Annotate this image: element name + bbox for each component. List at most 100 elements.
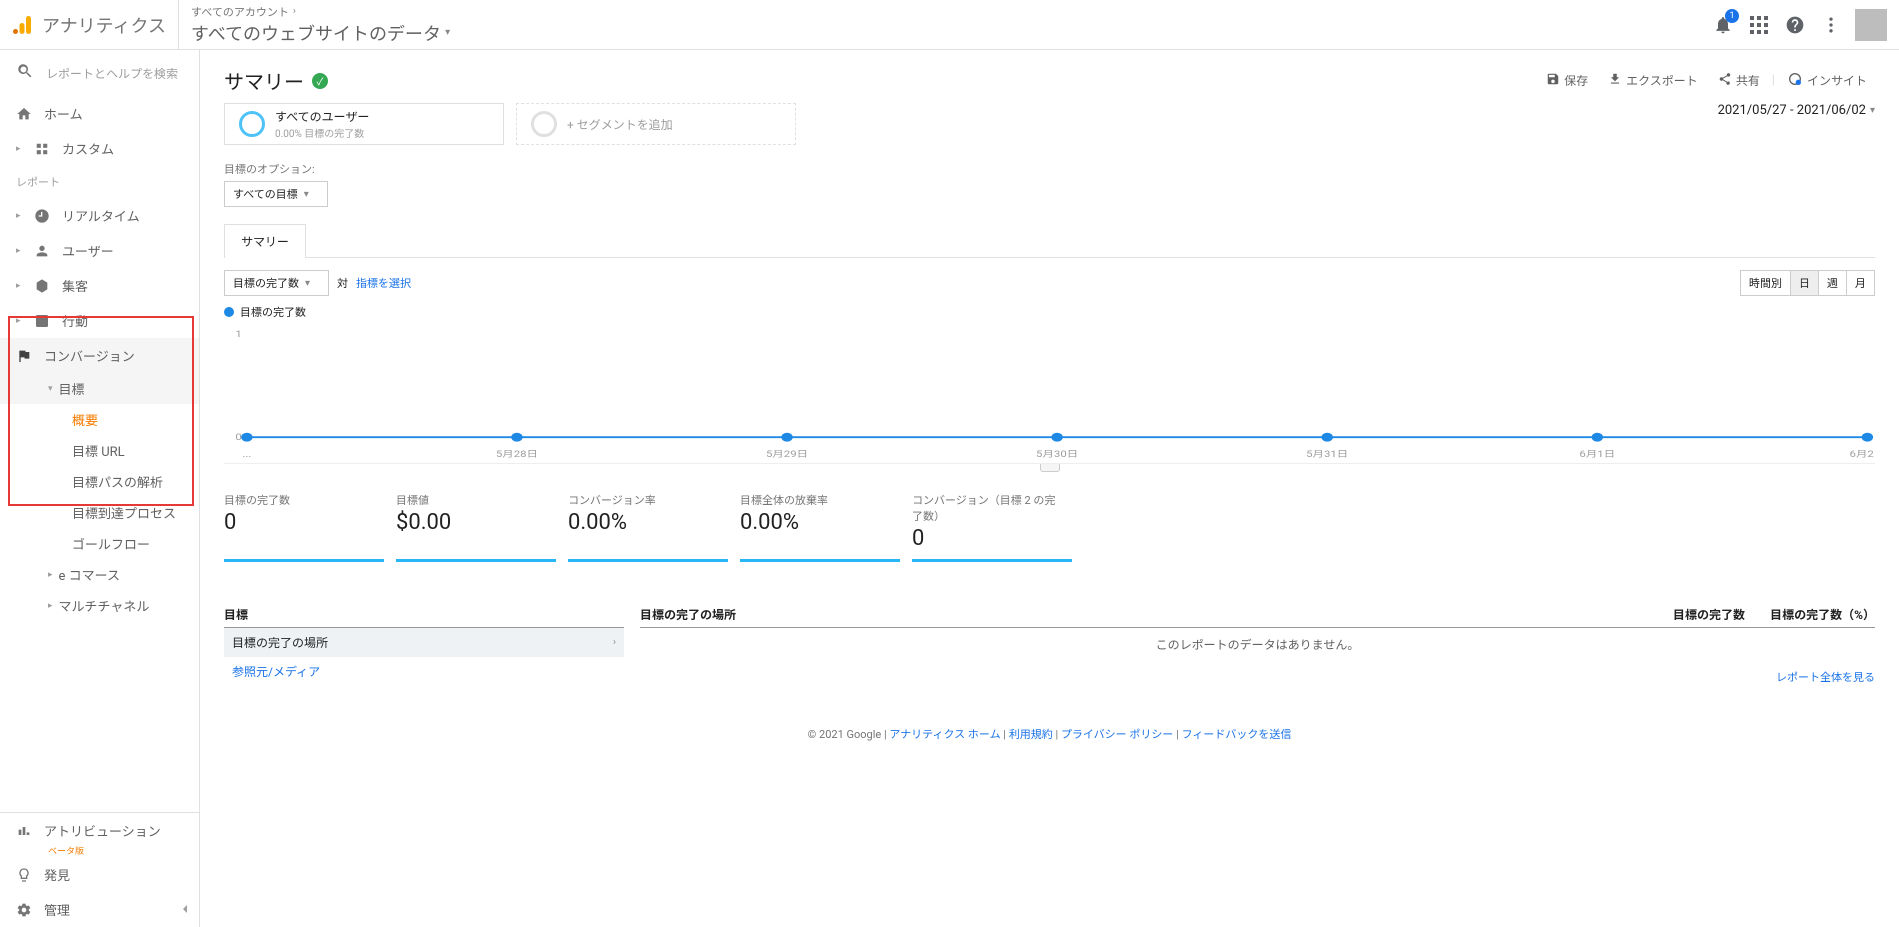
metric-value: 0.00% xyxy=(568,510,716,535)
lightbulb-icon xyxy=(16,867,32,883)
time-toggle-hourly[interactable]: 時間別 xyxy=(1741,271,1791,295)
metric-label: 目標の完了数 xyxy=(224,492,372,508)
clock-icon xyxy=(34,208,50,224)
footer-link-home[interactable]: アナリティクス ホーム xyxy=(889,728,1000,741)
goal-option-select[interactable]: すべての目標 ▾ xyxy=(224,181,328,207)
nav-goals-urls[interactable]: 目標 URL xyxy=(0,435,199,466)
metric-label: 目標全体の放棄率 xyxy=(740,492,888,508)
nav-acquisition[interactable]: ▸ 集客 xyxy=(0,268,199,303)
segment-sublabel: 0.00% 目標の完了数 xyxy=(275,125,369,140)
nav-ecommerce[interactable]: ▸ e コマース xyxy=(0,559,199,590)
dropdown-caret-icon: ▾ xyxy=(1870,105,1875,116)
time-granularity-toggle: 時間別 日 週 月 xyxy=(1740,270,1875,296)
search-icon xyxy=(16,62,34,84)
metric-value: 0 xyxy=(224,510,372,535)
primary-metric-select[interactable]: 目標の完了数 ▾ xyxy=(224,270,329,296)
beta-label: ベータ版 xyxy=(0,844,199,857)
help-button[interactable] xyxy=(1783,13,1807,37)
time-toggle-week[interactable]: 週 xyxy=(1819,271,1847,295)
svg-text:5月31日: 5月31日 xyxy=(1306,448,1348,459)
time-toggle-month[interactable]: 月 xyxy=(1847,271,1874,295)
save-button[interactable]: 保存 xyxy=(1538,68,1596,93)
export-button[interactable]: エクスポート xyxy=(1600,68,1706,93)
svg-text:5月29日: 5月29日 xyxy=(766,448,808,459)
table-right-header-2: 目標の完了数 xyxy=(1645,606,1745,623)
main-content: サマリー ✓ 保存 エクスポート 共有 | xyxy=(200,50,1899,927)
nav-audience[interactable]: ▸ ユーザー xyxy=(0,233,199,268)
goal-option-label: 目標のオプション: xyxy=(224,161,1875,177)
metric-value: 0.00% xyxy=(740,510,888,535)
expand-caret-icon: ▸ xyxy=(16,246,22,256)
notifications-button[interactable]: 1 xyxy=(1711,13,1735,37)
nav-conversions[interactable]: コンバージョン xyxy=(0,338,199,373)
footer-link-feedback[interactable]: フィードバックを送信 xyxy=(1182,728,1292,741)
dropdown-caret-icon: ▾ xyxy=(304,189,309,200)
footer-link-privacy[interactable]: プライバシー ポリシー xyxy=(1061,728,1174,741)
nav-attribution[interactable]: アトリビューション xyxy=(0,813,199,848)
verified-badge-icon: ✓ xyxy=(312,73,328,89)
metric-card[interactable]: 目標値$0.00 xyxy=(396,488,556,562)
nav-goals-flow[interactable]: ゴールフロー xyxy=(0,528,199,559)
svg-text:1: 1 xyxy=(235,328,241,339)
user-icon xyxy=(34,243,50,259)
expand-caret-icon: ▸ xyxy=(16,316,22,326)
acquisition-icon xyxy=(34,278,50,294)
gear-icon xyxy=(16,902,32,918)
chart-drag-handle[interactable] xyxy=(1040,464,1060,472)
apps-button[interactable] xyxy=(1747,13,1771,37)
flag-icon xyxy=(16,348,32,364)
nav-goals-funnel[interactable]: 目標到達プロセス xyxy=(0,497,199,528)
nav-goals-reverse-path[interactable]: 目標パスの解析 xyxy=(0,466,199,497)
footer-link-terms[interactable]: 利用規約 xyxy=(1009,728,1053,741)
expand-caret-down-icon: ▾ xyxy=(48,384,53,394)
nav-goals[interactable]: ▾ 目標 xyxy=(0,373,199,404)
time-toggle-day[interactable]: 日 xyxy=(1791,271,1819,295)
secondary-metric-link[interactable]: 指標を選択 xyxy=(356,275,411,291)
nav-multichannel[interactable]: ▸ マルチチャネル xyxy=(0,590,199,621)
svg-text:0: 0 xyxy=(235,431,242,442)
metric-value: 0 xyxy=(912,526,1060,551)
more-menu-button[interactable] xyxy=(1819,13,1843,37)
product-name: アナリティクス xyxy=(42,12,166,38)
add-segment-button[interactable]: + セグメントを追加 xyxy=(516,103,796,145)
expand-caret-icon: ▸ xyxy=(16,211,22,221)
nav-goals-overview[interactable]: 概要 xyxy=(0,404,199,435)
expand-caret-icon: ▸ xyxy=(48,570,53,580)
dropdown-caret-icon: ▾ xyxy=(445,27,450,38)
collapse-sidebar-button[interactable] xyxy=(177,901,193,921)
nav-behavior[interactable]: ▸ 行動 xyxy=(0,303,199,338)
metric-card[interactable]: 目標の完了数 0 xyxy=(224,488,384,562)
table-left-row-completion-locations[interactable]: 目標の完了の場所 › xyxy=(224,628,624,657)
metric-card[interactable]: コンバージョン率 0.00% xyxy=(568,488,728,562)
share-button[interactable]: 共有 xyxy=(1710,68,1768,93)
tab-summary[interactable]: サマリー xyxy=(224,224,306,258)
user-avatar[interactable] xyxy=(1855,9,1887,41)
sidebar-search[interactable]: レポートとヘルプを検索 xyxy=(0,50,199,96)
segment-all-users[interactable]: すべてのユーザー 0.00% 目標の完了数 xyxy=(224,103,504,145)
legend-dot-icon xyxy=(224,307,234,317)
nav-realtime[interactable]: ▸ リアルタイム xyxy=(0,198,199,233)
custom-icon xyxy=(34,142,50,156)
top-bar: アナリティクス すべてのアカウント › すべてのウェブサイトのデータ ▾ 1 xyxy=(0,0,1899,50)
svg-text:5月30日: 5月30日 xyxy=(1036,448,1078,459)
goals-line-chart: 01...5月28日5月29日5月30日5月31日6月1日6月2日 xyxy=(224,324,1875,464)
svg-text:...: ... xyxy=(242,448,251,459)
table-left-row-source-medium[interactable]: 参照元/メディア xyxy=(224,657,624,686)
nav-admin[interactable]: 管理 xyxy=(0,892,199,927)
table-left-header: 目標 xyxy=(224,606,624,623)
expand-caret-icon: ▸ xyxy=(16,281,22,291)
metric-label: コンバージョン率 xyxy=(568,492,716,508)
date-range-picker[interactable]: 2021/05/27 - 2021/06/02 ▾ xyxy=(1718,103,1875,118)
insights-button[interactable]: インサイト xyxy=(1779,67,1875,94)
full-report-link[interactable]: レポート全体を見る xyxy=(1776,671,1875,684)
view-name: すべてのウェブサイトのデータ xyxy=(191,20,441,46)
table-right-header-3: 目標の完了数（%） xyxy=(1745,606,1875,623)
nav-home[interactable]: ホーム xyxy=(0,96,199,131)
metric-card[interactable]: 目標全体の放棄率 0.00% xyxy=(740,488,900,562)
account-switcher[interactable]: すべてのアカウント › すべてのウェブサイトのデータ ▾ xyxy=(179,4,450,46)
product-logo-area[interactable]: アナリティクス xyxy=(12,0,179,49)
metric-card[interactable]: コンバージョン（目標 2 の完了数）0 xyxy=(912,488,1072,562)
nav-custom[interactable]: ▸ カスタム xyxy=(0,131,199,166)
save-icon xyxy=(1546,72,1560,89)
nav-discover[interactable]: 発見 xyxy=(0,857,199,892)
